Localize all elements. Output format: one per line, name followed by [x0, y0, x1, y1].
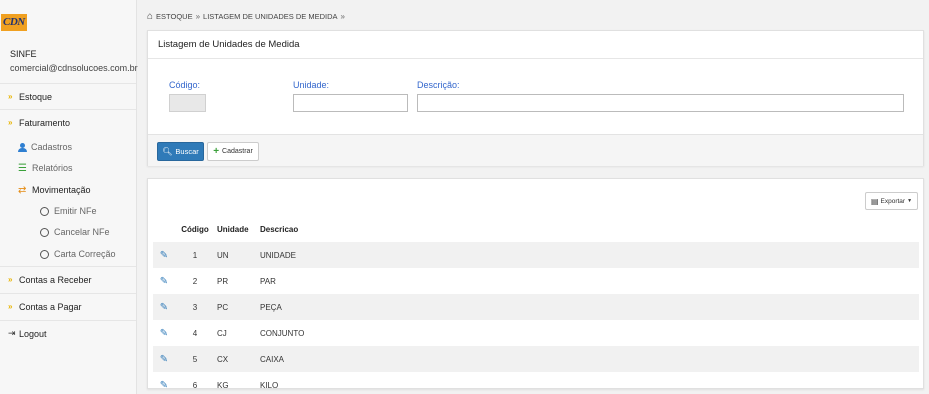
table-row: ✎ 3 PC PEÇA: [153, 294, 919, 320]
chevron-down-icon: »: [8, 302, 13, 311]
sidebar-item-cadastros[interactable]: Cadastros: [18, 139, 72, 155]
circle-icon: [40, 227, 49, 237]
sidebar-item-movimentacao[interactable]: ⇄ Movimentação: [18, 182, 91, 198]
descricao-input[interactable]: [417, 94, 904, 112]
cell-unidade: KG: [217, 380, 229, 390]
caret-down-icon: ▼: [907, 198, 913, 204]
cadastrar-label: Cadastrar: [222, 148, 253, 155]
edit-icon[interactable]: ✎: [160, 276, 168, 287]
results-panel: ▤ Exportar ▼ Código Unidade Descricao ✎ …: [147, 178, 924, 391]
cell-codigo: 4: [192, 328, 198, 338]
user-icon: [18, 142, 27, 152]
edit-icon[interactable]: ✎: [160, 354, 168, 365]
circle-icon: [40, 249, 49, 259]
panel-footer: 🔍︎ Buscar + Cadastrar: [148, 134, 923, 166]
edit-icon[interactable]: ✎: [160, 328, 168, 339]
cell-codigo: 3: [175, 294, 215, 320]
chevron-down-icon: »: [8, 118, 13, 127]
list-icon: ☰: [18, 162, 27, 174]
chevron-down-icon: »: [8, 275, 13, 284]
breadcrumb-item-listagem[interactable]: LISTAGEM DE UNIDADES DE MEDIDA: [203, 12, 337, 21]
cell-unidade: CJ: [217, 328, 227, 338]
edit-icon[interactable]: ✎: [160, 250, 168, 261]
table-header-row: Código Unidade Descricao: [153, 216, 919, 242]
search-icon: 🔍︎: [162, 147, 173, 156]
cell-codigo: 5: [175, 346, 215, 372]
home-icon[interactable]: ⌂: [147, 11, 153, 22]
exportar-label: Exportar: [880, 197, 906, 205]
sidebar-item-label: Estoque: [19, 91, 53, 102]
panel-title: Listagem de Unidades de Medida: [148, 31, 923, 59]
user-name: SINFE: [10, 49, 37, 59]
sidebar-item-label: Carta Correção: [54, 249, 116, 259]
buscar-label: Buscar: [175, 147, 199, 156]
cell-unidade: CX: [215, 346, 260, 372]
search-panel: Listagem de Unidades de Medida Código: U…: [147, 30, 924, 166]
sidebar-item-label: Cadastros: [31, 142, 73, 152]
exportar-button[interactable]: ▤ Exportar ▼: [865, 192, 918, 210]
codigo-input: [169, 94, 206, 112]
unidade-input[interactable]: [293, 94, 408, 112]
cell-unidade: UN: [215, 242, 260, 268]
logout-icon: ⇥: [8, 328, 16, 338]
sidebar-item-label: Faturamento: [19, 117, 71, 128]
sidebar-item-label: Contas a Receber: [19, 274, 92, 285]
breadcrumb-separator: »: [195, 11, 201, 21]
cell-descricao: CAIXA: [260, 346, 919, 372]
cell-descricao: KILO: [260, 380, 279, 390]
plus-icon: +: [213, 146, 220, 157]
table-row: ✎ 4 CJ CONJUNTO: [153, 320, 919, 346]
cdn-logo[interactable]: CDN: [1, 14, 27, 31]
sidebar: CDN SINFE comercial@cdnsolucoes.com.br »…: [0, 0, 138, 394]
sidebar-item-label: Cancelar NFe: [54, 227, 110, 237]
sidebar-item-logout[interactable]: ⇥ Logout: [0, 320, 136, 346]
unidade-label: Unidade:: [293, 80, 330, 90]
swap-icon: ⇄: [18, 184, 27, 196]
edit-icon[interactable]: ✎: [160, 302, 168, 313]
sidebar-item-contas-receber[interactable]: » Contas a Receber: [0, 266, 136, 292]
cell-descricao: PEÇA: [260, 294, 919, 320]
table-row: ✎ 6 KG KILO: [153, 372, 919, 394]
cell-codigo: 6: [192, 380, 198, 390]
column-header-codigo: Código: [181, 224, 209, 234]
breadcrumb-separator: »: [340, 11, 345, 21]
table-row: ✎ 5 CX CAIXA: [153, 346, 919, 372]
circle-icon: [40, 206, 49, 216]
sidebar-item-faturamento[interactable]: » Faturamento: [0, 109, 136, 135]
table-row: ✎ 1 UN UNIDADE: [153, 242, 919, 268]
table-row: ✎ 2 PR PAR: [153, 268, 919, 294]
sidebar-item-relatorios[interactable]: ☰ Relatórios: [18, 160, 73, 176]
cadastrar-button[interactable]: + Cadastrar: [207, 142, 259, 161]
column-header-edit: [153, 216, 175, 242]
user-email: comercial@cdnsolucoes.com.br: [10, 63, 138, 73]
column-header-descricao: Descricao: [260, 224, 299, 234]
cell-descricao: UNIDADE: [260, 242, 919, 268]
sidebar-item-contas-pagar[interactable]: » Contas a Pagar: [0, 293, 136, 319]
cell-unidade: PR: [217, 276, 229, 286]
sidebar-item-estoque[interactable]: » Estoque: [0, 83, 136, 109]
chevron-down-icon: »: [8, 92, 13, 101]
sidebar-item-label: Emitir NFe: [54, 206, 97, 216]
sidebar-item-emitir-nfe[interactable]: Emitir NFe: [40, 203, 97, 219]
units-table: Código Unidade Descricao ✎ 1 UN UNIDADE …: [153, 216, 919, 394]
breadcrumb-item-estoque[interactable]: ESTOQUE: [156, 12, 193, 21]
sidebar-item-label: Relatórios: [32, 163, 73, 173]
edit-icon[interactable]: ✎: [160, 380, 168, 391]
codigo-label: Código:: [169, 80, 201, 90]
cell-descricao: PAR: [260, 276, 276, 286]
cell-descricao: CONJUNTO: [260, 328, 305, 338]
export-icon: ▤: [870, 196, 879, 206]
sidebar-item-carta-correcao[interactable]: Carta Correção: [40, 246, 116, 262]
cell-unidade: PC: [215, 294, 260, 320]
sidebar-item-label: Logout: [19, 328, 47, 339]
sidebar-item-cancelar-nfe[interactable]: Cancelar NFe: [40, 224, 110, 240]
sidebar-item-label: Movimentação: [32, 185, 91, 195]
breadcrumb: ⌂ ESTOQUE » LISTAGEM DE UNIDADES DE MEDI…: [147, 10, 348, 22]
sidebar-item-label: Contas a Pagar: [19, 301, 82, 312]
buscar-button[interactable]: 🔍︎ Buscar: [157, 142, 204, 161]
descricao-label: Descrição:: [417, 80, 460, 90]
column-header-unidade: Unidade: [217, 224, 249, 234]
cell-codigo: 1: [175, 242, 215, 268]
cell-codigo: 2: [192, 276, 198, 286]
